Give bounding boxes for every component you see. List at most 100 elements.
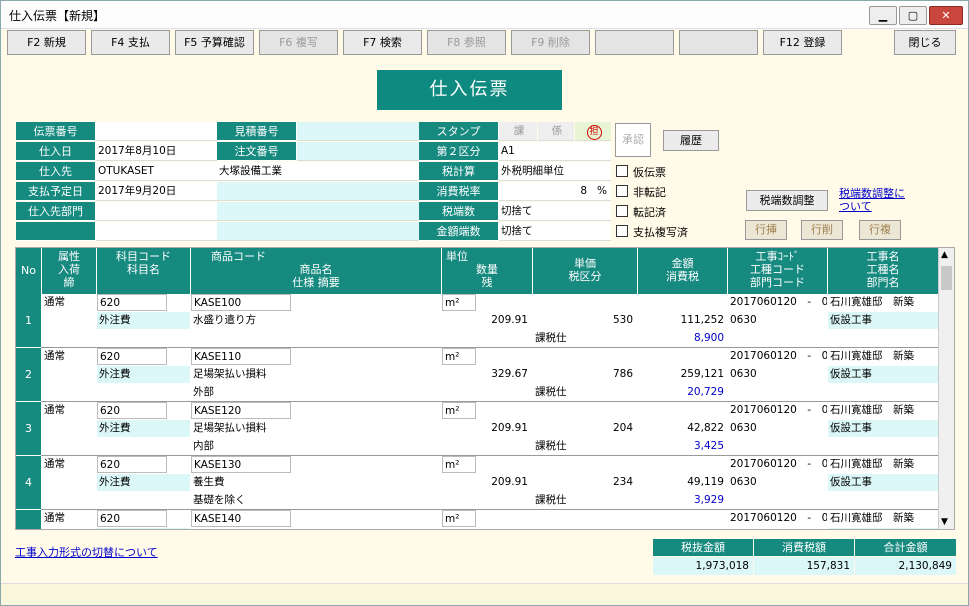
koshu-code-cell[interactable]: 0630 — [728, 474, 827, 491]
shohin-name-cell[interactable]: 水盛り遣り方 — [191, 312, 441, 329]
f5-budget-button[interactable]: F5 予算確認 — [175, 30, 254, 55]
zokusei-cell[interactable]: 通常 — [42, 456, 96, 473]
scroll-thumb[interactable] — [941, 266, 952, 290]
scroll-down-icon[interactable]: ▼ — [941, 517, 948, 527]
koji-code-cell[interactable]: 2017060120 - 00 — [728, 402, 827, 419]
f10-blank-button[interactable] — [595, 30, 674, 55]
maximize-button[interactable]: ▢ — [899, 6, 927, 25]
tani-cell[interactable]: m² — [442, 510, 476, 527]
kingaku-cell[interactable]: 111,252 — [638, 312, 726, 329]
zokusei-cell[interactable]: 通常 — [42, 402, 96, 419]
close-window-button[interactable]: ✕ — [929, 6, 963, 25]
shohin-code-cell[interactable]: KASE130 — [191, 456, 291, 473]
kubun2-field[interactable]: A1 — [499, 142, 611, 161]
f12-register-button[interactable]: F12 登録 — [763, 30, 842, 55]
shohin-name-cell[interactable]: 養生費 — [191, 474, 441, 491]
hitenki-checkbox[interactable] — [616, 185, 628, 197]
shiiresaki-code-field[interactable]: OTUKASET — [96, 162, 217, 181]
koji-code-cell[interactable]: 2017060120 - 00 — [728, 456, 827, 473]
tanka-cell[interactable]: 234 — [533, 474, 635, 491]
f6-copy-button[interactable]: F6 複写 — [259, 30, 338, 55]
row-copy-button[interactable]: 行複 — [859, 220, 901, 240]
kingaku-cell[interactable] — [638, 528, 726, 529]
kingaku-cell[interactable]: 259,121 — [638, 366, 726, 383]
koji-code-cell[interactable]: 2017060120 - 00 — [728, 510, 827, 527]
f4-payment-button[interactable]: F4 支払 — [91, 30, 170, 55]
shohin-code-cell[interactable]: KASE100 — [191, 294, 291, 311]
koshu-code-cell[interactable]: 0630 — [728, 420, 827, 437]
chumon-field[interactable] — [297, 142, 419, 161]
shohin-code-cell[interactable]: KASE140 — [191, 510, 291, 527]
shohin-name-cell[interactable]: 足場架払い損料 — [191, 366, 441, 383]
shiyo-cell[interactable]: 内部 — [191, 438, 441, 455]
close-button[interactable]: 閉じる — [894, 30, 956, 55]
suryo-cell[interactable]: 209.91 — [442, 312, 530, 329]
shiire-date-field[interactable]: 2017年8月10日 — [96, 142, 217, 161]
shiyo-cell[interactable]: 外部 — [191, 384, 441, 401]
rate-field[interactable]: 8 — [499, 182, 591, 201]
kingaku-cell[interactable]: 49,119 — [638, 474, 726, 491]
tanka-cell[interactable] — [533, 528, 635, 529]
shohin-name-cell[interactable]: 足場架払い損料 — [191, 420, 441, 437]
stamp-kakari[interactable]: 係 — [538, 122, 574, 141]
shiyo-cell[interactable] — [191, 330, 441, 347]
kamoku-code-cell[interactable]: 620 — [97, 348, 167, 365]
stamp-tan[interactable]: 担 — [575, 122, 611, 141]
hasu-field[interactable]: 切捨て — [499, 202, 611, 221]
tani-cell[interactable]: m² — [442, 294, 476, 311]
suryo-cell[interactable]: 209.91 — [442, 474, 530, 491]
zokusei-cell[interactable]: 通常 — [42, 510, 96, 527]
zeihasu-link[interactable]: 税端数調整について — [839, 187, 909, 213]
blank-field[interactable] — [96, 222, 217, 241]
kamoku-code-cell[interactable]: 620 — [97, 456, 167, 473]
zei-field[interactable]: 外税明細単位 — [499, 162, 611, 181]
suryo-cell[interactable] — [442, 528, 530, 529]
zeikubun-cell[interactable]: 課税仕 — [533, 492, 635, 509]
stamp-ka[interactable]: 課 — [499, 122, 537, 141]
kamoku-code-cell[interactable]: 620 — [97, 294, 167, 311]
kin-field[interactable]: 切捨て — [499, 222, 611, 241]
koshu-code-cell[interactable]: 0630 — [728, 312, 827, 329]
koshu-code-cell[interactable] — [728, 528, 827, 529]
row-delete-button[interactable]: 行削 — [801, 220, 843, 240]
rireki-button[interactable]: 履歴 — [663, 130, 719, 151]
zokusei-cell[interactable]: 通常 — [42, 294, 96, 311]
shiharai-date-field[interactable]: 2017年9月20日 — [96, 182, 217, 201]
scroll-up-icon[interactable]: ▲ — [941, 250, 948, 260]
mitsumori-field[interactable] — [297, 122, 419, 141]
row-insert-button[interactable]: 行挿 — [745, 220, 787, 240]
tanka-cell[interactable]: 786 — [533, 366, 635, 383]
f8-refer-button[interactable]: F8 参照 — [427, 30, 506, 55]
tanka-cell[interactable]: 204 — [533, 420, 635, 437]
zeikubun-cell[interactable]: 課税仕 — [533, 438, 635, 455]
koji-format-link[interactable]: 工事入力形式の切替について — [15, 544, 158, 560]
minimize-button[interactable]: ▁ — [869, 6, 897, 25]
zeikubun-cell[interactable]: 課税仕 — [533, 384, 635, 401]
grid-scrollbar[interactable]: ▲ ▼ — [938, 248, 954, 529]
zeikubun-cell[interactable]: 課税仕 — [533, 330, 635, 347]
f9-delete-button[interactable]: F9 削除 — [511, 30, 590, 55]
zeihasu-button[interactable]: 税端数調整 — [746, 190, 828, 211]
shohin-code-cell[interactable]: KASE120 — [191, 402, 291, 419]
tani-cell[interactable]: m² — [442, 402, 476, 419]
tenkizumi-checkbox[interactable] — [616, 205, 628, 217]
f11-blank-button[interactable] — [679, 30, 758, 55]
koji-code-cell[interactable]: 2017060120 - 00 — [728, 294, 827, 311]
tanka-cell[interactable]: 530 — [533, 312, 635, 329]
kamoku-code-cell[interactable]: 620 — [97, 402, 167, 419]
shonin-button[interactable]: 承認 — [615, 123, 651, 157]
f7-search-button[interactable]: F7 検索 — [343, 30, 422, 55]
suryo-cell[interactable]: 209.91 — [442, 420, 530, 437]
kingaku-cell[interactable]: 42,822 — [638, 420, 726, 437]
koji-code-cell[interactable]: 2017060120 - 00 — [728, 348, 827, 365]
shiyo-cell[interactable]: 基礎を除く — [191, 492, 441, 509]
fukusha-checkbox[interactable] — [616, 225, 628, 237]
kamoku-code-cell[interactable]: 620 — [97, 510, 167, 527]
zokusei-cell[interactable]: 通常 — [42, 348, 96, 365]
kari-checkbox[interactable] — [616, 165, 628, 177]
koshu-code-cell[interactable]: 0630 — [728, 366, 827, 383]
shohin-code-cell[interactable]: KASE110 — [191, 348, 291, 365]
f2-new-button[interactable]: F2 新規 — [7, 30, 86, 55]
bumon-field[interactable] — [96, 202, 217, 221]
suryo-cell[interactable]: 329.67 — [442, 366, 530, 383]
